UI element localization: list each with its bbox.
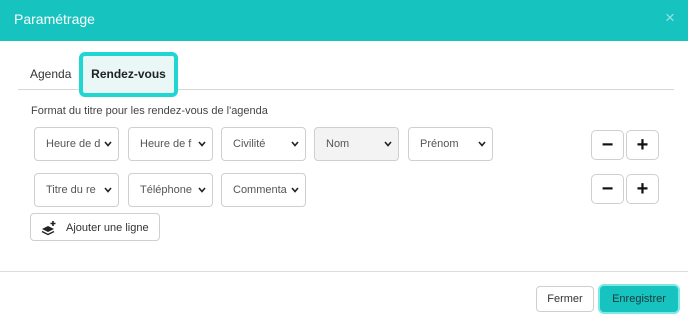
section-label: Format du titre pour les rendez-vous de …	[31, 105, 268, 117]
select-value: Civilité	[233, 138, 266, 150]
add-line-button[interactable]: Ajouter une ligne	[30, 213, 160, 241]
select-value: Titre du re	[46, 184, 96, 196]
title-field-select[interactable]: Téléphone	[128, 173, 213, 207]
remove-line-button[interactable]: −	[591, 174, 624, 204]
title-field-select[interactable]: Commenta	[221, 173, 306, 207]
minus-icon: −	[601, 178, 614, 200]
layers-plus-icon	[41, 221, 56, 236]
title-field-select[interactable]: Heure de f	[128, 127, 213, 161]
select-value: Heure de f	[140, 138, 192, 150]
tab-rendez-vous[interactable]: Rendez-vous	[79, 52, 178, 97]
chevron-down-icon	[104, 187, 112, 193]
plus-icon: +	[636, 134, 649, 156]
select-value: Heure de d	[46, 138, 101, 150]
title-field-select[interactable]: Civilité	[221, 127, 306, 161]
footer-divider	[0, 271, 688, 272]
chevron-down-icon	[198, 141, 206, 147]
select-value: Téléphone	[140, 184, 192, 196]
chevron-down-icon	[291, 187, 299, 193]
title-field-select[interactable]: Titre du re	[34, 173, 119, 207]
settings-dialog: Paramétrage × Agenda Rendez-vous Format …	[0, 0, 688, 324]
plus-icon: +	[636, 178, 649, 200]
chevron-down-icon	[198, 187, 206, 193]
add-field-button[interactable]: +	[626, 130, 659, 160]
tab-agenda[interactable]: Agenda	[30, 59, 71, 89]
close-button[interactable]: Fermer	[536, 286, 594, 312]
add-field-button[interactable]: +	[626, 174, 659, 204]
dialog-header: Paramétrage ×	[0, 0, 688, 41]
tab-bar: Agenda Rendez-vous	[18, 52, 674, 97]
title-field-select[interactable]: Heure de d	[34, 127, 119, 161]
add-line-label: Ajouter une ligne	[66, 222, 149, 234]
title-field-select[interactable]: Nom	[314, 127, 399, 161]
select-value: Commenta	[233, 184, 287, 196]
dialog-title: Paramétrage	[14, 11, 95, 27]
select-value: Prénom	[420, 138, 459, 150]
remove-line-button[interactable]: −	[591, 130, 624, 160]
title-field-select[interactable]: Prénom	[408, 127, 493, 161]
select-value: Nom	[326, 138, 350, 150]
chevron-down-icon	[291, 141, 299, 147]
chevron-down-icon	[104, 141, 112, 147]
close-icon[interactable]: ×	[662, 9, 678, 26]
chevron-down-icon	[478, 141, 486, 147]
minus-icon: −	[601, 134, 614, 156]
save-button[interactable]: Enregistrer	[600, 286, 678, 312]
chevron-down-icon	[384, 141, 392, 147]
